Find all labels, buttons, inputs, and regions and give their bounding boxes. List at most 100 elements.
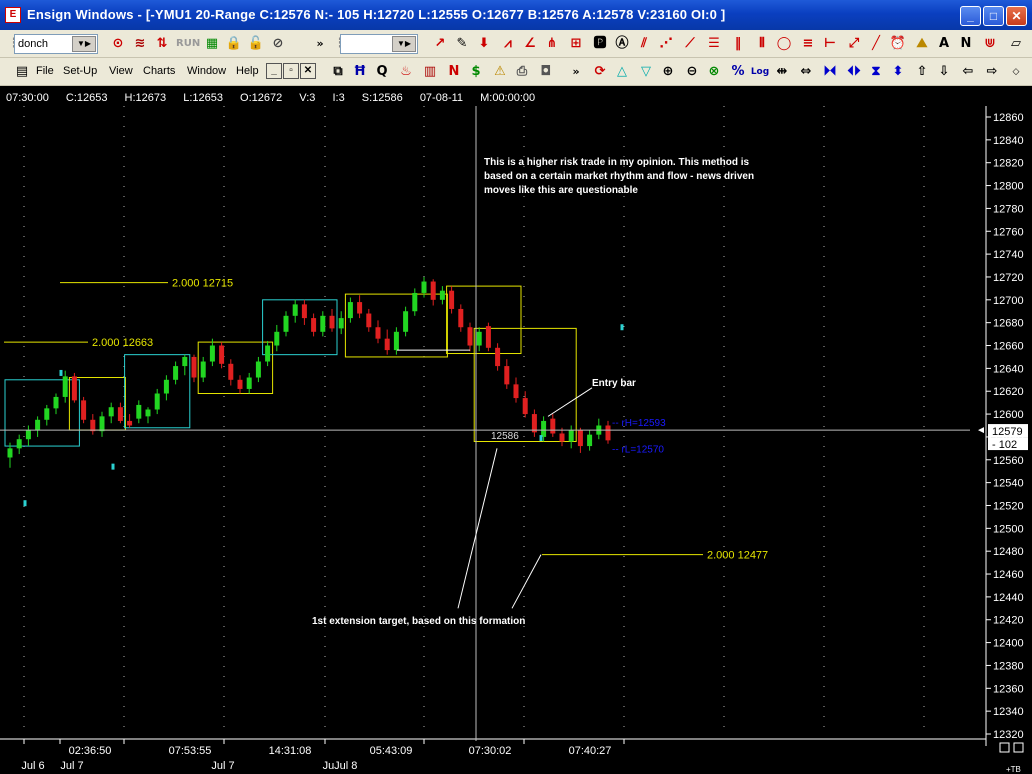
- link-icon[interactable]: ⊘: [268, 34, 288, 54]
- candle-body: [200, 361, 206, 378]
- price-tick-label: 12400: [993, 638, 1024, 650]
- menu-view[interactable]: View: [109, 65, 133, 77]
- news-icon[interactable]: N: [444, 62, 464, 82]
- mdi-minimize-button[interactable]: _: [266, 63, 282, 79]
- vertical-compress-icon[interactable]: ⧗: [866, 62, 886, 82]
- h-tool-icon[interactable]: Ħ: [350, 62, 370, 82]
- a-tool-icon[interactable]: Ⓐ: [612, 34, 632, 54]
- pitchfork-icon[interactable]: ⋔: [542, 34, 562, 54]
- diagonal-line-icon[interactable]: ╱: [866, 34, 886, 54]
- menu-toolbar: ▤ File Set-Up View Charts Window Help _ …: [0, 58, 1032, 86]
- alert-icon[interactable]: ⚠: [490, 62, 510, 82]
- horizontal-lines-icon[interactable]: ≡: [798, 34, 818, 54]
- crosshair-line-icon[interactable]: ⤢: [844, 34, 864, 54]
- text-a-icon[interactable]: A: [934, 34, 954, 54]
- sort-arrows-icon[interactable]: ⇅: [152, 34, 172, 54]
- menu-setup[interactable]: Set-Up: [63, 65, 97, 77]
- menu-file[interactable]: File: [36, 65, 54, 77]
- ray-icon[interactable]: ⊢: [820, 34, 840, 54]
- price-tick-label: 12700: [993, 295, 1024, 307]
- arrow-down-icon[interactable]: ⇩: [934, 62, 954, 82]
- parallel-lines-icon[interactable]: ⋰: [656, 34, 676, 54]
- clock-icon[interactable]: ⊙: [108, 34, 128, 54]
- scroll-right-icon[interactable]: ⏵⏴: [820, 62, 840, 82]
- layout-icon[interactable]: ⧉: [328, 62, 348, 82]
- arrow-left-icon[interactable]: ⇦: [958, 62, 978, 82]
- zoom-out-icon[interactable]: ⊖: [682, 62, 702, 82]
- fib-fan-icon[interactable]: ⩘: [498, 34, 518, 54]
- compress-icon[interactable]: ⇹: [772, 62, 792, 82]
- template-combo[interactable]: ▼▶: [340, 34, 418, 54]
- price-tick-label: 12480: [993, 546, 1024, 558]
- candle-body: [274, 331, 280, 346]
- reset-icon[interactable]: ◇: [1006, 62, 1026, 82]
- study-combo[interactable]: donch ▼▶: [14, 34, 98, 54]
- triangle-up-icon[interactable]: △: [612, 62, 632, 82]
- expand-icon[interactable]: ⇔: [796, 62, 816, 82]
- p-tool-icon[interactable]: 🅿: [590, 34, 610, 54]
- chart-area[interactable]: 07:30:00 C:12653 H:12673 L:12653 O:12672…: [0, 86, 1032, 774]
- overflow-chevron-icon[interactable]: »: [310, 34, 330, 54]
- candle-body: [44, 408, 50, 420]
- document-icon[interactable]: ▤: [12, 62, 32, 82]
- fib-time-icon[interactable]: ⫴: [752, 34, 772, 54]
- grid-colors-icon[interactable]: ▦: [202, 34, 222, 54]
- close-button[interactable]: ✕: [1006, 6, 1027, 26]
- bar-chart-icon[interactable]: ▥: [420, 62, 440, 82]
- arrow-up-icon[interactable]: ⇧: [912, 62, 932, 82]
- text-n-icon[interactable]: N: [956, 34, 976, 54]
- fib-levels-icon[interactable]: ☰: [704, 34, 724, 54]
- dropdown-arrow-icon[interactable]: ▼▶: [72, 36, 96, 52]
- camera-icon[interactable]: ◘: [536, 62, 556, 82]
- refresh-icon[interactable]: ⟳: [590, 62, 610, 82]
- title-bar[interactable]: E Ensign Windows - [-YMU1 20-Range C:125…: [0, 0, 1032, 30]
- candle-body: [99, 416, 105, 432]
- minimize-button[interactable]: _: [960, 6, 981, 26]
- overflow-chevron-icon[interactable]: »: [566, 62, 586, 82]
- scroll-left-icon[interactable]: ⏴⏵: [844, 62, 864, 82]
- candle-body: [329, 315, 335, 329]
- wave-icon[interactable]: ≋: [130, 34, 150, 54]
- magnet-icon[interactable]: ⋓: [980, 34, 1000, 54]
- mdi-restore-button[interactable]: ▫: [283, 63, 299, 79]
- channel-icon[interactable]: ⫽: [634, 34, 654, 54]
- eraser-icon[interactable]: ▱: [1006, 34, 1026, 54]
- menu-window[interactable]: Window: [187, 65, 226, 77]
- mountain-icon[interactable]: ⛰: [912, 34, 932, 54]
- dropdown-arrow-icon[interactable]: ▼▶: [392, 36, 416, 52]
- menu-help[interactable]: Help: [236, 65, 259, 77]
- circle-icon[interactable]: ◯: [774, 34, 794, 54]
- fire-icon[interactable]: ♨: [396, 62, 416, 82]
- angle-icon[interactable]: ∠: [520, 34, 540, 54]
- zoom-fit-icon[interactable]: ⊗: [704, 62, 724, 82]
- triangle-down-icon[interactable]: ▽: [636, 62, 656, 82]
- ensign-app-icon[interactable]: E: [5, 7, 21, 23]
- candle-body: [412, 292, 418, 312]
- vertical-expand-icon[interactable]: ⬍: [888, 62, 908, 82]
- pencil-icon[interactable]: ✎: [452, 34, 472, 54]
- time-cycles-icon[interactable]: ‖: [728, 34, 748, 54]
- date-axis-label: JuJul 8: [323, 760, 358, 772]
- dollar-icon[interactable]: $: [466, 62, 486, 82]
- quote-icon[interactable]: Q: [372, 62, 392, 82]
- arrow-right-icon[interactable]: ⇨: [982, 62, 1002, 82]
- mdi-close-button[interactable]: ✕: [300, 63, 316, 79]
- candle-body: [136, 404, 142, 419]
- regression-icon[interactable]: ⟋: [680, 34, 700, 54]
- grid-icon[interactable]: ⊞: [566, 34, 586, 54]
- log-scale-icon[interactable]: Log: [750, 62, 770, 82]
- price-tick-label: 12840: [993, 135, 1024, 147]
- lock-icon[interactable]: 🔒: [224, 34, 244, 54]
- maximize-button[interactable]: □: [983, 6, 1004, 26]
- trendline-icon[interactable]: ↗: [430, 34, 450, 54]
- cursor-price-label: 12586: [491, 431, 519, 442]
- alarm-icon[interactable]: ⏰: [888, 34, 908, 54]
- printer-icon[interactable]: ⎙: [512, 62, 532, 82]
- menu-charts[interactable]: Charts: [143, 65, 175, 77]
- run-button[interactable]: RUN: [176, 34, 200, 54]
- unlock-icon[interactable]: 🔓: [246, 34, 266, 54]
- down-arrow-icon[interactable]: ⬇: [474, 34, 494, 54]
- candle-body: [467, 327, 473, 346]
- percent-icon[interactable]: %: [728, 62, 748, 82]
- zoom-in-icon[interactable]: ⊕: [658, 62, 678, 82]
